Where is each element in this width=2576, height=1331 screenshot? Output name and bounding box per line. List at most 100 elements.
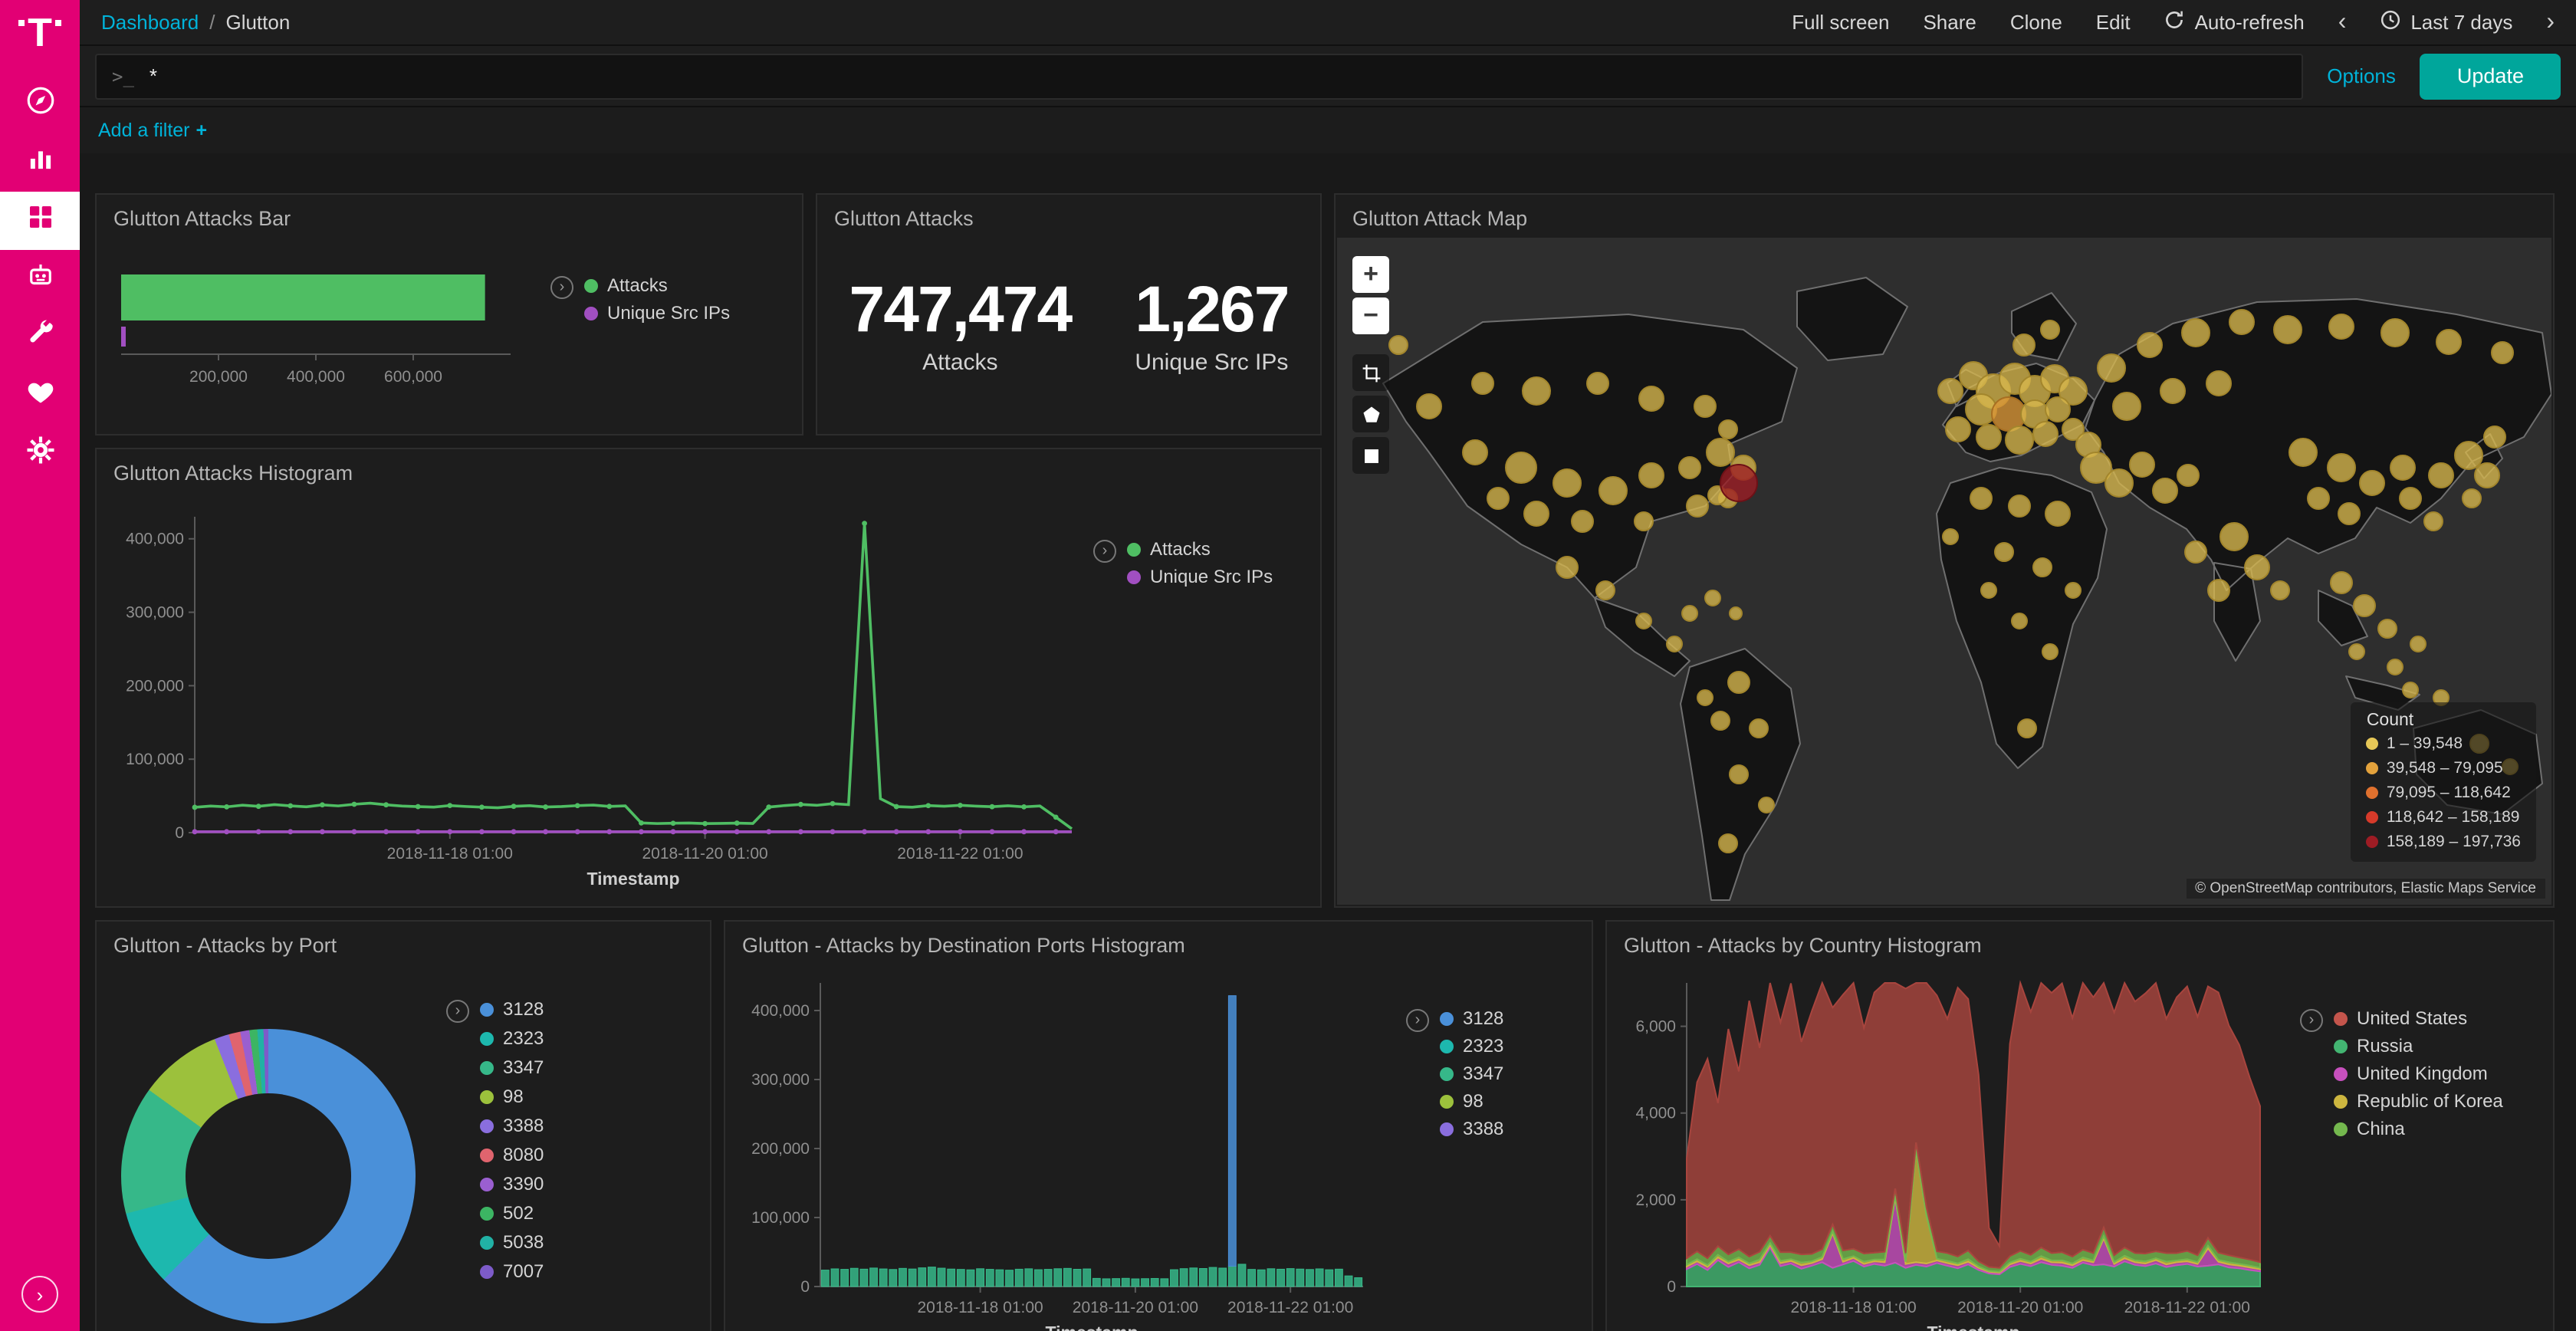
legend-item[interactable]: 2323 [1440,1035,1503,1057]
legend-item[interactable]: 3347 [1440,1063,1503,1084]
legend-item[interactable]: United Kingdom [2334,1063,2503,1084]
legend-item[interactable]: 3388 [480,1115,544,1136]
legend-color-dot [1440,1122,1454,1135]
svg-text:400,000: 400,000 [287,368,345,386]
sidebar-item-dashboard[interactable] [0,192,80,250]
legend-color-dot [480,1002,494,1016]
legend-item[interactable]: Attacks [584,274,730,296]
query-prompt-icon: >_ [112,65,134,87]
breadcrumb-dashboard-link[interactable]: Dashboard [101,11,199,34]
panel-glutton-attacks-histogram: Glutton Attacks Histogram 0100,000200,00… [95,448,1322,908]
legend-label: 502 [503,1202,534,1224]
legend-item[interactable]: Unique Src IPs [584,302,730,324]
add-filter-link[interactable]: Add a filter+ [98,120,207,141]
zoom-in-button[interactable]: + [1352,256,1389,293]
panel-attacks-by-destination-ports: Glutton - Attacks by Destination Ports H… [724,920,1593,1331]
legend-color-dot [2367,787,2379,799]
legend-item[interactable]: 1 – 39,548 [2367,735,2521,753]
clone-button[interactable]: Clone [2010,11,2062,34]
map-count-legend: Count 1 – 39,54839,548 – 79,09579,095 – … [2351,702,2536,862]
legend-toggle-icon[interactable]: › [2300,1009,2323,1032]
legend-label: 3128 [1463,1007,1503,1029]
svg-text:2018-11-22 01:00: 2018-11-22 01:00 [897,845,1023,863]
crop-tool-button[interactable] [1352,354,1389,391]
legend-color-dot [2367,836,2379,848]
panel-glutton-attacks-bar: Glutton Attacks Bar 200,000400,000600,00… [95,193,803,435]
legend-label: 3128 [503,998,544,1020]
sidebar-item-dev-tools[interactable] [0,308,80,366]
polygon-tool-button[interactable] [1352,396,1389,432]
legend-color-dot [480,1119,494,1132]
legend-item[interactable]: 7007 [480,1260,544,1282]
refresh-icon [2164,9,2186,35]
legend-item[interactable]: 3128 [1440,1007,1503,1029]
svg-text:2,000: 2,000 [1635,1191,1676,1209]
top-nav-bar: Dashboard / Glutton Full screen Share Cl… [80,0,2576,46]
legend-item[interactable]: United States [2334,1007,2503,1029]
sidebar-item-monitoring[interactable] [0,366,80,425]
legend-label: Republic of Korea [2357,1090,2503,1112]
full-screen-button[interactable]: Full screen [1792,11,1889,34]
legend-item[interactable]: 8080 [480,1144,544,1165]
svg-text:0: 0 [1667,1278,1676,1296]
metric-value: 1,267 [1135,273,1288,347]
legend-item[interactable]: 158,189 – 197,736 [2367,833,2521,851]
legend-item[interactable]: 98 [480,1086,544,1107]
legend-item[interactable]: 39,548 – 79,095 [2367,759,2521,777]
rectangle-tool-button[interactable] [1352,437,1389,474]
panel-title: Glutton Attacks Bar [97,195,802,230]
legend-toggle-icon[interactable]: › [446,1000,469,1023]
panel-title: Glutton Attack Map [1336,195,2553,230]
svg-text:4,000: 4,000 [1635,1105,1676,1122]
update-button[interactable]: Update [2420,53,2561,99]
zoom-out-button[interactable]: − [1352,297,1389,334]
legend-item[interactable]: 118,642 – 158,189 [2367,808,2521,827]
legend-label: 5038 [503,1231,544,1253]
legend-item[interactable]: 98 [1440,1090,1503,1112]
legend-item[interactable]: 2323 [480,1027,544,1049]
time-back-chevron[interactable]: ‹ [2338,8,2347,36]
share-button[interactable]: Share [1923,11,1976,34]
sidebar-item-discover[interactable] [0,75,80,133]
edit-button[interactable]: Edit [2096,11,2131,34]
legend-item[interactable]: Republic of Korea [2334,1090,2503,1112]
panel-title: Glutton - Attacks by Country Histogram [1607,922,2553,957]
time-range-picker[interactable]: Last 7 days [2380,9,2512,35]
legend-toggle-icon[interactable]: › [1406,1009,1429,1032]
auto-refresh-button[interactable]: Auto-refresh [2164,9,2305,35]
map-controls: + − [1352,256,1389,474]
svg-text:Timestamp: Timestamp [586,869,679,889]
breadcrumb-separator: / [209,11,215,34]
time-forward-chevron[interactable]: › [2546,8,2555,36]
legend-label: 79,095 – 118,642 [2387,784,2511,802]
legend-label: Attacks [607,274,668,296]
legend-item[interactable]: 3347 [480,1057,544,1078]
legend-item[interactable]: Attacks [1127,538,1273,560]
legend-label: 3388 [503,1115,544,1136]
svg-text:2018-11-20 01:00: 2018-11-20 01:00 [642,845,767,863]
legend-color-dot [584,278,598,292]
legend-item[interactable]: 3390 [480,1173,544,1195]
legend-toggle-icon[interactable]: › [550,276,573,299]
metric-attacks: 747,474 Attacks [849,273,1072,376]
legend-item[interactable]: 3128 [480,998,544,1020]
panel-glutton-attack-map: Glutton Attack Map + − [1334,193,2555,908]
sidebar-item-management[interactable] [0,425,80,483]
legend-item[interactable]: Unique Src IPs [1127,566,1273,587]
svg-text:2018-11-20 01:00: 2018-11-20 01:00 [1957,1299,2083,1316]
legend-item[interactable]: 502 [480,1202,544,1224]
legend-item[interactable]: 79,095 – 118,642 [2367,784,2521,802]
sidebar-item-visualize[interactable] [0,133,80,192]
legend-item[interactable]: 3388 [1440,1118,1503,1139]
compass-icon [24,84,56,124]
search-query-input[interactable]: >_ * [95,53,2302,99]
query-options-link[interactable]: Options [2327,64,2396,87]
legend-item[interactable]: Russia [2334,1035,2503,1057]
world-map[interactable]: + − Count 1 – 39,54839,548 – 79,09579,09… [1337,238,2551,905]
sidebar-item-bot[interactable] [0,250,80,308]
legend-item[interactable]: 5038 [480,1231,544,1253]
legend-label: United States [2357,1007,2467,1029]
sidebar-collapse-button[interactable]: › [21,1276,58,1313]
legend-toggle-icon[interactable]: › [1093,540,1116,563]
legend-item[interactable]: China [2334,1118,2503,1139]
